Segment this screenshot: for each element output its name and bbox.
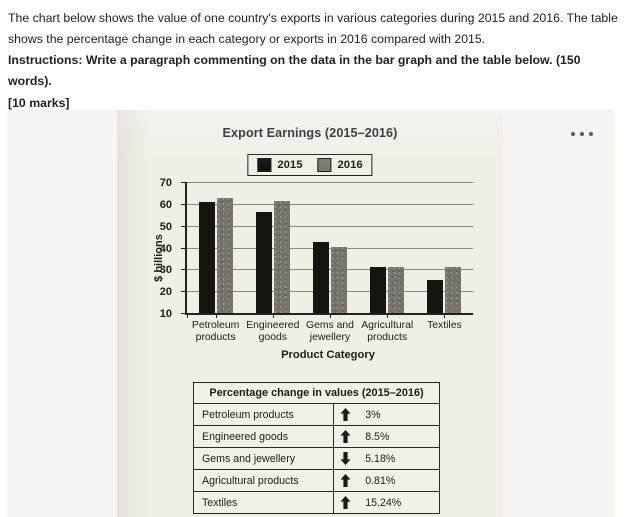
y-tick-label-50: 50: [159, 220, 172, 233]
y-tick-label-30: 30: [159, 264, 172, 277]
dot-1: [571, 132, 575, 136]
y-tick-40: 40: [160, 243, 187, 255]
arrow-up-icon-2: [340, 430, 351, 443]
arrow-up-icon-4: [340, 474, 351, 487]
table-row: Engineered goods 8.5%: [192, 425, 440, 448]
x-axis-category-label-1: Petroleum products: [191, 320, 240, 344]
table-cell-category-2: Engineered goods: [192, 425, 335, 448]
question-prompt: The chart below shows the value of one c…: [0, 0, 640, 114]
change-value-2: 8.5%: [365, 430, 390, 443]
bar-2016-4: [388, 266, 405, 313]
arrow-down-icon-3: [340, 452, 351, 465]
table-caption: Percentage change in values (2015–2016): [193, 382, 440, 404]
bar-2016-3: [331, 247, 347, 313]
bar-2015-3: [313, 242, 329, 313]
y-tick-30: 30: [160, 264, 187, 276]
percentage-change-table: Percentage change in values (2015–2016) …: [192, 382, 440, 514]
y-tick-50: 50: [160, 221, 187, 233]
scanned-page: Export Earnings (2015–2016) 2015 2016 $ …: [117, 110, 503, 517]
more-options-icon[interactable]: [571, 128, 593, 140]
prompt-instructions: Instructions: Write a paragraph commenti…: [8, 53, 581, 89]
change-value-3: 5.18%: [365, 452, 396, 465]
table-cell-change-2: 8.5%: [333, 425, 440, 448]
table-row: Textiles 15.24%: [192, 491, 440, 514]
bar-2015-5: [427, 279, 444, 313]
chart-plot-area: $ billions 10 20 30 40 50 60 70 Petroleum produc…: [117, 110, 503, 410]
chart-image-card: Export Earnings (2015–2016) 2015 2016 $ …: [7, 110, 615, 517]
change-value-5: 15.24%: [365, 496, 402, 509]
y-tick-label-10: 10: [159, 308, 172, 320]
bar-2016-2: [273, 201, 290, 313]
bar-2016-5: [445, 266, 462, 313]
table-row: Petroleum products 3%: [192, 403, 440, 426]
x-axis-label: Product Category: [281, 349, 375, 361]
table-cell-category-4: Agricultural products: [192, 469, 335, 492]
y-tick-20: 20: [160, 286, 187, 298]
prompt-description: The chart below shows the value of one c…: [8, 11, 618, 47]
table-row: Gems and jewellery 5.18%: [192, 447, 440, 470]
y-tick-60: 60: [160, 199, 187, 211]
table-cell-change-4: 0.81%: [333, 469, 440, 492]
bar-2016-1: [216, 197, 233, 313]
arrow-up-icon-1: [340, 408, 351, 421]
y-tick-label-60: 60: [159, 198, 172, 211]
y-tick-70: 70: [160, 177, 187, 189]
x-axis-category-label-4: Agricultural products: [361, 320, 414, 344]
bar-chart-canvas: 10 20 30 40 50 60 70 Petroleum products Engineere…: [160, 177, 473, 343]
x-tick-2: [272, 313, 274, 318]
bar-2015-2: [255, 211, 272, 313]
y-tick-label-40: 40: [159, 242, 172, 255]
table-cell-change-3: 5.18%: [333, 447, 440, 470]
table-cell-category-5: Textiles: [192, 491, 335, 514]
table-cell-change-1: 3%: [333, 403, 440, 426]
x-tick-4: [387, 313, 389, 318]
table-cell-change-5: 15.24%: [333, 491, 440, 514]
table-body: Petroleum products 3% Engineered goods 8.5%…: [192, 403, 440, 514]
x-axis-category-label-5: Textiles: [427, 320, 462, 331]
table-cell-category-1: Petroleum products: [192, 403, 335, 426]
bar-2015-4: [370, 267, 387, 313]
dot-3: [589, 132, 593, 136]
x-axis-category-label-3: Gems and jewellery: [306, 320, 354, 344]
arrow-up-icon-5: [340, 496, 351, 509]
x-tick-1: [215, 313, 217, 318]
change-value-1: 3%: [365, 408, 381, 421]
x-axis-category-label-2: Engineered goods: [246, 320, 300, 344]
x-tick-3: [330, 313, 331, 318]
x-tick-origin: [187, 313, 188, 318]
dot-2: [580, 132, 584, 136]
y-tick-label-20: 20: [159, 286, 172, 299]
table-row: Agricultural products 0.81%: [192, 469, 440, 492]
bar-2015-1: [198, 202, 215, 313]
table-cell-category-3: Gems and jewellery: [192, 447, 335, 470]
y-tick-label-70: 70: [159, 177, 172, 189]
gridline-70: [187, 182, 473, 183]
x-tick-5: [444, 313, 446, 318]
table-header-row: Percentage change in values (2015–2016): [193, 382, 440, 404]
change-value-4: 0.81%: [365, 474, 396, 487]
